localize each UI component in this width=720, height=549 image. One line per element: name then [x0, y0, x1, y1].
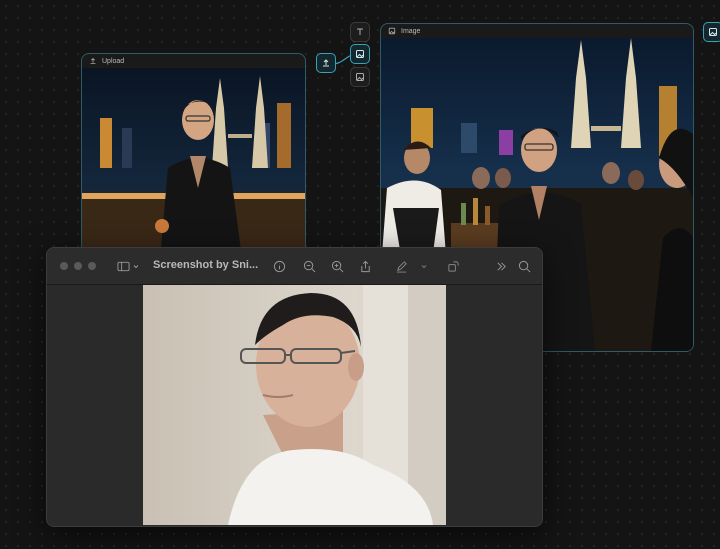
image-icon [709, 28, 717, 36]
chevron-down-icon [421, 264, 427, 268]
chevrons-right-icon [496, 261, 506, 271]
image-node-label: Image [401, 27, 421, 35]
sidebar-menu-chevron[interactable] [131, 258, 141, 274]
pen-icon [396, 260, 407, 273]
image-alt-tool-button[interactable] [350, 67, 370, 87]
upload-node-header: Upload [82, 54, 305, 68]
minimize-button[interactable] [74, 262, 82, 270]
screenshot-photo [143, 285, 446, 525]
rotate-icon [447, 260, 459, 272]
search-button[interactable] [516, 258, 532, 274]
zoom-in-button[interactable] [329, 258, 345, 274]
image-output-port-button[interactable] [703, 22, 720, 42]
search-icon [518, 260, 530, 272]
image-icon [356, 73, 364, 81]
zoom-out-button[interactable] [301, 258, 317, 274]
upload-icon [323, 59, 329, 67]
zoom-button[interactable] [88, 262, 96, 270]
info-icon [273, 260, 285, 272]
window-titlebar[interactable]: Screenshot by Sni... [47, 248, 542, 285]
zoom-in-icon [331, 260, 343, 272]
rotate-button[interactable] [445, 258, 461, 274]
text-icon [357, 28, 363, 35]
share-button[interactable] [357, 258, 373, 274]
preview-window[interactable]: Screenshot by Sni... [46, 247, 543, 527]
close-button[interactable] [60, 262, 68, 270]
image-tool-button[interactable] [350, 44, 370, 64]
markup-menu-chevron[interactable] [419, 258, 429, 274]
share-icon [360, 260, 370, 272]
image-icon [356, 50, 364, 58]
more-button[interactable] [493, 258, 509, 274]
window-content [47, 285, 542, 526]
sidebar-toggle-button[interactable] [115, 258, 131, 274]
upload-port-button[interactable] [316, 53, 336, 73]
info-button[interactable] [271, 258, 287, 274]
markup-button[interactable] [393, 258, 409, 274]
image-node-header: Image [381, 24, 693, 38]
zoom-out-icon [303, 260, 315, 272]
sidebar-icon [116, 261, 130, 271]
image-icon [388, 27, 396, 35]
upload-icon [90, 58, 96, 64]
upload-photo [82, 68, 305, 254]
upload-node[interactable]: Upload [81, 53, 306, 255]
chevron-down-icon [133, 264, 139, 268]
upload-node-label: Upload [102, 57, 125, 65]
window-title: Screenshot by Sni... [153, 259, 259, 271]
text-tool-button[interactable] [350, 22, 370, 42]
